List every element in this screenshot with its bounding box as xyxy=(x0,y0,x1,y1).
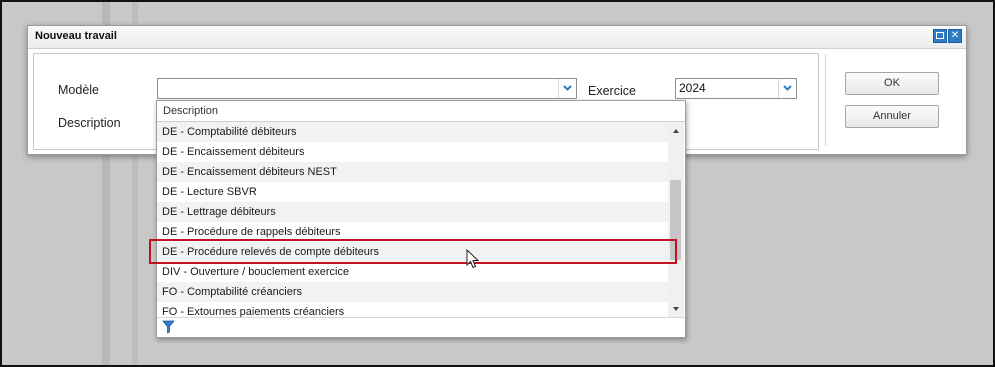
list-item-label: FO - Extournes paiements créanciers xyxy=(162,306,345,317)
dropdown-scrollbar[interactable] xyxy=(668,122,684,317)
ok-button[interactable]: OK xyxy=(845,72,939,95)
list-item-label: DE - Encaissement débiteurs NEST xyxy=(162,166,337,178)
maximize-icon[interactable] xyxy=(933,29,947,43)
list-item[interactable]: FO - Extournes paiements créanciers xyxy=(157,302,668,317)
modele-label: Modèle xyxy=(58,83,99,97)
list-item-label: FO - Comptabilité créanciers xyxy=(162,286,302,298)
exercice-value: 2024 xyxy=(679,81,706,95)
modele-combobox[interactable] xyxy=(157,78,577,99)
chevron-down-icon[interactable] xyxy=(778,79,796,98)
exercice-combobox[interactable]: 2024 xyxy=(675,78,797,99)
dropdown-footer xyxy=(157,317,685,338)
highlight-annotation xyxy=(149,239,677,264)
list-item[interactable]: DE - Comptabilité débiteurs xyxy=(157,122,668,142)
exercice-label: Exercice xyxy=(588,84,636,98)
scroll-up-icon[interactable] xyxy=(671,126,681,136)
list-item-label: DE - Procédure de rappels débiteurs xyxy=(162,226,341,238)
list-item-label: DIV - Ouverture / bouclement exercice xyxy=(162,266,350,278)
button-divider xyxy=(825,54,826,146)
list-item[interactable]: DIV - Ouverture / bouclement exercice xyxy=(157,262,668,282)
list-item[interactable]: DE - Lettrage débiteurs xyxy=(157,202,668,222)
chevron-down-icon[interactable] xyxy=(558,79,576,98)
dialog-title: Nouveau travail xyxy=(35,30,117,42)
dialog-titlebar: Nouveau travail ✕ xyxy=(28,26,966,49)
filter-icon[interactable] xyxy=(162,320,175,334)
dropdown-column-header: Description xyxy=(157,101,685,122)
list-item[interactable]: DE - Lecture SBVR xyxy=(157,182,668,202)
list-item-label: DE - Comptabilité débiteurs xyxy=(162,126,297,138)
list-item[interactable]: DE - Encaissement débiteurs xyxy=(157,142,668,162)
list-item-label: DE - Encaissement débiteurs xyxy=(162,146,305,158)
cancel-button[interactable]: Annuler xyxy=(845,105,939,128)
list-item[interactable]: FO - Comptabilité créanciers xyxy=(157,282,668,302)
list-item-label: DE - Lecture SBVR xyxy=(162,186,257,198)
list-item-label: DE - Lettrage débiteurs xyxy=(162,206,276,218)
scroll-down-icon[interactable] xyxy=(671,304,681,314)
dropdown-items: DE - Comptabilité débiteurs DE - Encaiss… xyxy=(157,122,668,317)
close-icon[interactable]: ✕ xyxy=(948,29,962,43)
list-item[interactable]: DE - Encaissement débiteurs NEST xyxy=(157,162,668,182)
column-header-description: Description xyxy=(163,105,219,117)
mouse-cursor-icon xyxy=(466,248,480,269)
description-label: Description xyxy=(58,116,121,130)
modele-dropdown-list: Description DE - Comptabilité débiteurs … xyxy=(156,100,686,338)
